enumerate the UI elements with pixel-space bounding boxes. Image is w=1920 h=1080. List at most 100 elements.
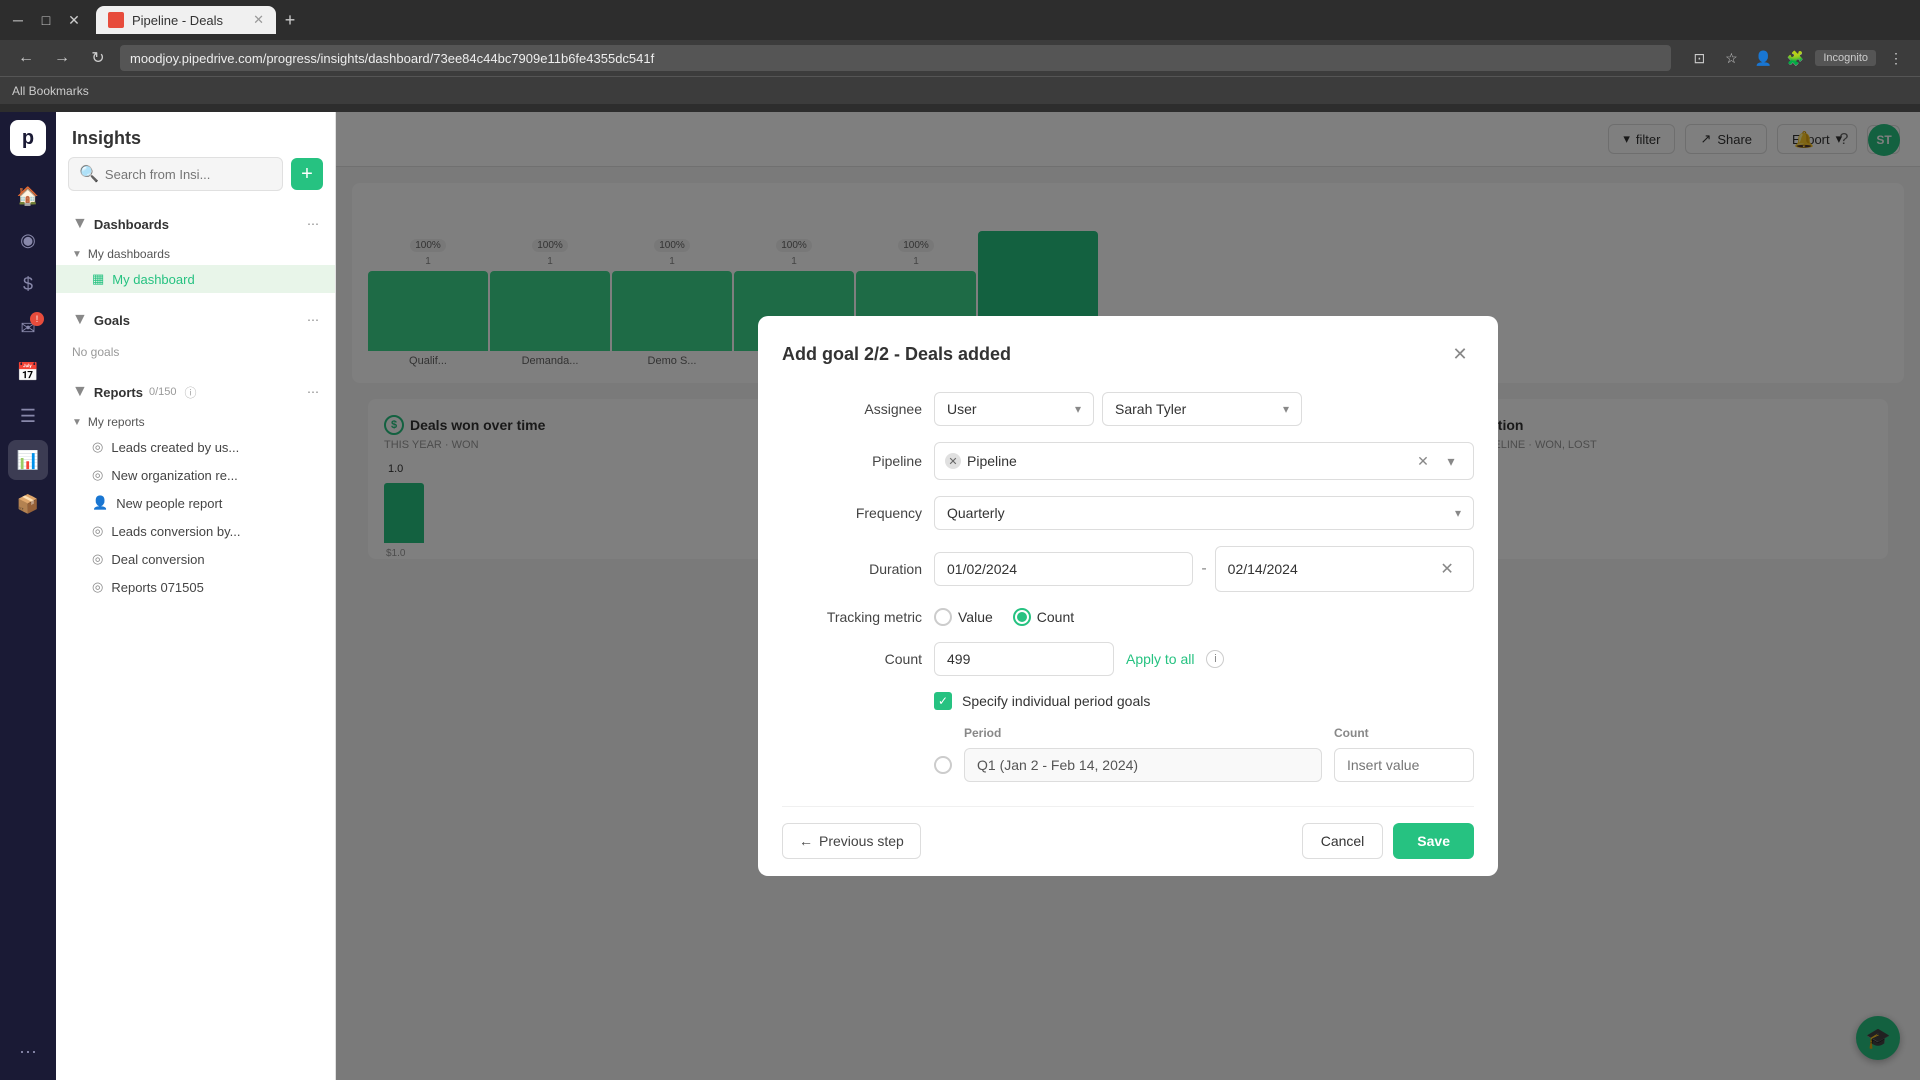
my-reports-header[interactable]: ▼ My reports (56, 411, 335, 433)
period-q1-radio[interactable] (934, 756, 952, 774)
maximize-button[interactable]: □ (36, 10, 56, 30)
prev-step-label: Previous step (819, 833, 904, 849)
duration-start-input[interactable] (934, 552, 1193, 586)
assignee-value-select[interactable]: Sarah Tyler ▾ (1102, 392, 1302, 426)
frequency-arrow: ▾ (1455, 506, 1461, 520)
goals-section-actions[interactable]: ⋯ (307, 313, 319, 327)
sidebar-item-insights[interactable]: 📊 (8, 440, 48, 480)
close-window-button[interactable]: ✕ (64, 10, 84, 30)
reports-section-actions[interactable]: ⋯ (307, 385, 319, 399)
sidebar-item-calendar[interactable]: 📅 (8, 352, 48, 392)
sidebar-item-lists[interactable]: ☰ (8, 396, 48, 436)
period-header-row: Period Count (934, 726, 1474, 740)
pipeline-label: Pipeline (782, 453, 922, 469)
dashboards-arrow: ▼ (72, 215, 88, 233)
search-input-wrap[interactable]: 🔍 (68, 157, 283, 191)
incognito-badge: Incognito (1815, 50, 1876, 66)
forward-button[interactable]: → (48, 44, 76, 72)
assignee-type-arrow: ▾ (1075, 402, 1081, 416)
search-input[interactable] (105, 167, 272, 182)
assignee-value-text: Sarah Tyler (1115, 401, 1186, 417)
sidebar-item-home[interactable]: 🏠 (8, 176, 48, 216)
goals-arrow: ▼ (72, 311, 88, 329)
pipedrive-sidebar: p 🏠 ◉ $ ✉ ! 📅 ☰ 📊 📦 ⋯ (0, 112, 56, 1080)
form-row-tracking: Tracking metric Value Count (782, 608, 1474, 626)
dashboards-section-header[interactable]: ▼ Dashboards ⋯ (56, 207, 335, 241)
modal-overlay[interactable]: Add goal 2/2 - Deals added ✕ Assignee Us… (336, 112, 1920, 1080)
sidebar-item-targets[interactable]: ◉ (8, 220, 48, 260)
tracking-count-radio[interactable] (1013, 608, 1031, 626)
count-label: Count (782, 651, 922, 667)
assignee-label: Assignee (782, 401, 922, 417)
pipeline-dropdown-button[interactable]: ▾ (1439, 449, 1463, 473)
url-input[interactable] (120, 45, 1671, 71)
duration-end-clear-button[interactable]: ✕ (1433, 555, 1461, 583)
pipeline-clear-button[interactable]: ✕ (1411, 449, 1435, 473)
my-dashboards-header[interactable]: ▼ My dashboards (56, 243, 335, 265)
count-input[interactable] (934, 642, 1114, 676)
sidebar-item-mail[interactable]: ✉ ! (8, 308, 48, 348)
apply-to-all-link[interactable]: Apply to all (1126, 651, 1194, 667)
modal-close-button[interactable]: ✕ (1446, 340, 1474, 368)
period-header-period: Period (964, 726, 1322, 740)
tracking-count-label: Count (1037, 609, 1074, 625)
search-icon: 🔍 (79, 164, 99, 184)
add-button[interactable]: + (291, 158, 323, 190)
dashboards-section-actions[interactable]: ⋯ (307, 217, 319, 231)
apply-all-info-icon[interactable]: i (1206, 650, 1224, 668)
date-range: - 02/14/2024 ✕ (934, 546, 1474, 592)
sidebar-item-my-dashboard[interactable]: ▦ My dashboard (56, 265, 335, 293)
profile-icon[interactable]: 👤 (1751, 46, 1775, 70)
pipedrive-logo[interactable]: p (10, 120, 46, 156)
sidebar-item-inventory[interactable]: 📦 (8, 484, 48, 524)
assignee-type-value: User (947, 401, 977, 417)
tracking-count-option[interactable]: Count (1013, 608, 1074, 626)
left-panel-search: 🔍 + (56, 157, 335, 203)
duration-end-input[interactable]: 02/14/2024 ✕ (1215, 546, 1474, 592)
prev-step-button[interactable]: ← Previous step (782, 823, 921, 859)
sidebar-item-new-org[interactable]: ◎ New organization re... (56, 461, 335, 489)
active-tab[interactable]: Pipeline - Deals ✕ (96, 6, 276, 34)
save-button[interactable]: Save (1393, 823, 1474, 859)
extension-icon[interactable]: 🧩 (1783, 46, 1807, 70)
new-tab-button[interactable]: + (276, 6, 304, 34)
frequency-select[interactable]: Quarterly ▾ (934, 496, 1474, 530)
my-reports-title: My reports (88, 415, 145, 429)
tab-close-button[interactable]: ✕ (253, 12, 264, 28)
period-radio-spacer (934, 726, 952, 740)
sidebar-item-leads-conversion[interactable]: ◎ Leads conversion by... (56, 517, 335, 545)
pipeline-tag-remove-button[interactable]: ✕ (945, 453, 961, 469)
date-range-separator: - (1201, 560, 1206, 578)
menu-button[interactable]: ⋮ (1884, 46, 1908, 70)
window-controls[interactable]: ─ □ ✕ (8, 10, 84, 30)
period-q1-count-input[interactable] (1334, 748, 1474, 782)
assignee-type-select[interactable]: User ▾ (934, 392, 1094, 426)
individual-goals-checkbox[interactable]: ✓ (934, 692, 952, 710)
tracking-label: Tracking metric (782, 609, 922, 625)
sidebar-item-reports-071505[interactable]: ◎ Reports 071505 (56, 573, 335, 601)
main-content: 🔔 ? ST ▾ filter ↗ Share Export ▾ (336, 112, 1920, 1080)
screen-cast-icon[interactable]: ⊡ (1687, 46, 1711, 70)
minimize-button[interactable]: ─ (8, 10, 28, 30)
reports-section-header[interactable]: ▼ Reports 0/150 ⓘ ⋯ (56, 375, 335, 409)
tracking-value-radio[interactable] (934, 608, 952, 626)
reports-info-icon[interactable]: ⓘ (185, 384, 197, 401)
new-org-icon: ◎ (92, 467, 103, 483)
goals-empty-text: No goals (56, 337, 335, 367)
sidebar-item-deals[interactable]: $ (8, 264, 48, 304)
pipeline-controls: ✕ ▾ (1411, 449, 1463, 473)
dashboard-icon: ▦ (92, 271, 104, 287)
sidebar-item-leads-created[interactable]: ◎ Leads created by us... (56, 433, 335, 461)
sidebar-item-deal-conversion[interactable]: ◎ Deal conversion (56, 545, 335, 573)
reports-071505-icon: ◎ (92, 579, 103, 595)
tracking-value-option[interactable]: Value (934, 608, 993, 626)
reload-button[interactable]: ↻ (84, 44, 112, 72)
sidebar-item-more[interactable]: ⋯ (8, 1032, 48, 1072)
bookmark-star-icon[interactable]: ☆ (1719, 46, 1743, 70)
sidebar-item-new-people[interactable]: 👤 New people report (56, 489, 335, 517)
my-dashboard-label: My dashboard (112, 272, 194, 287)
back-button[interactable]: ← (12, 44, 40, 72)
cancel-button[interactable]: Cancel (1302, 823, 1384, 859)
left-panel-title: Insights (56, 112, 335, 157)
goals-section-header[interactable]: ▼ Goals ⋯ (56, 303, 335, 337)
